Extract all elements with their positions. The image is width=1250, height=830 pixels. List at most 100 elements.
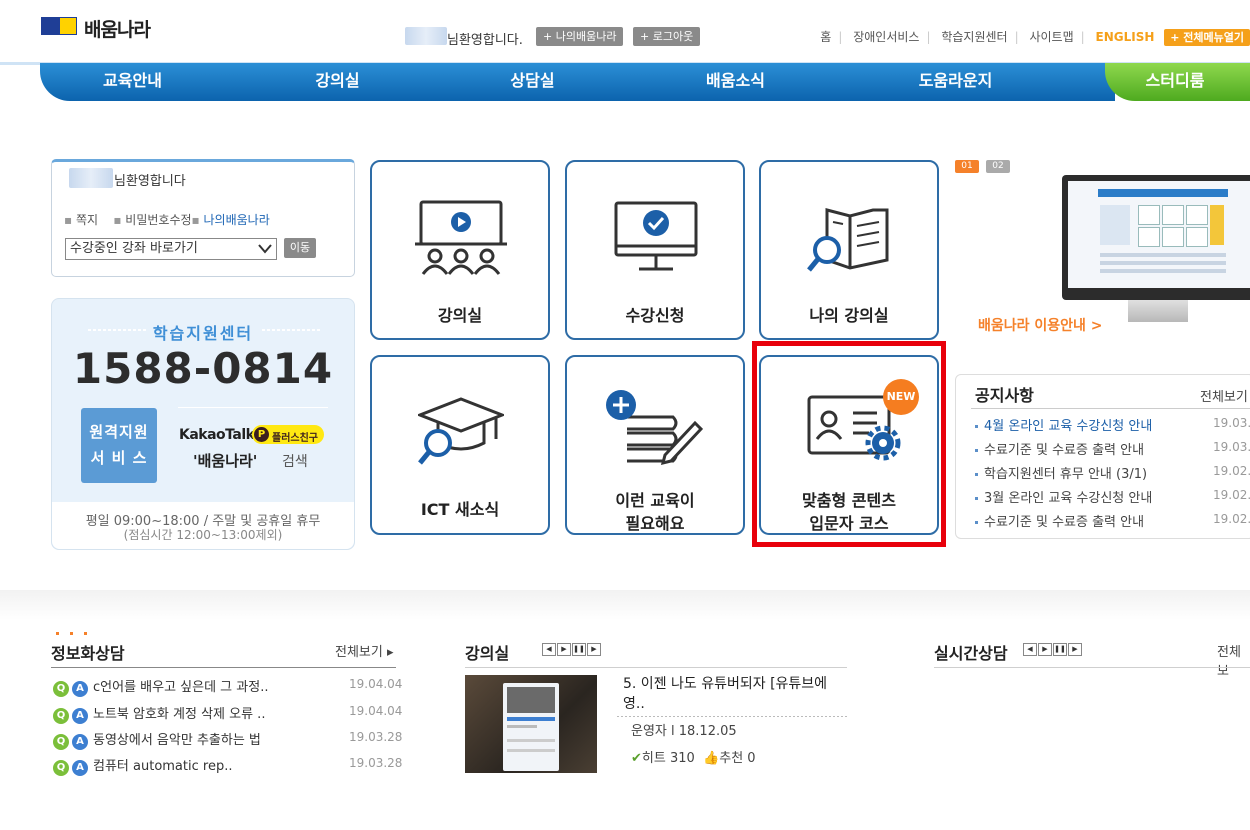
answer-icon: A [72, 708, 88, 724]
accessibility-service-link[interactable]: 장애인서비스 [853, 30, 919, 44]
question-icon: Q [53, 708, 69, 724]
kakao-search-name: '배움나라' [193, 452, 258, 470]
nav-study-room[interactable]: 스터디룸 [1115, 63, 1235, 99]
tile-my-classroom[interactable]: 나의 강의실 [759, 160, 939, 340]
plus-friend-label: 플러스친구 [272, 433, 318, 444]
tile-classroom[interactable]: 강의실 [370, 160, 550, 340]
logo-mark-yellow[interactable] [59, 17, 77, 35]
nav-counseling[interactable]: 상담실 [460, 63, 605, 99]
tile-apply[interactable]: 수강신청 [565, 160, 745, 340]
all-menu-button[interactable]: + 전체메뉴열기 [1164, 29, 1250, 46]
notice-item-5[interactable]: 수료기준 및 수료증 출력 안내 [975, 511, 1144, 530]
lecture-stats: ✔히트 310 👍추천 0 [631, 747, 756, 766]
banner-monitor-stand [1128, 300, 1188, 322]
lecture-item-title[interactable]: 5. 이젠 나도 유튜버되자 [유튜브에 영.. [623, 674, 848, 714]
add-stack-pencil-icon [606, 390, 703, 466]
qa-item-1-date: 19.04.04 [349, 677, 403, 691]
my-baeumnara-button[interactable]: + 나의배움나라 [536, 27, 624, 46]
tile-apply-label: 수강신청 [625, 306, 685, 325]
plus-friend-icon: P [254, 427, 269, 442]
kakao-search-word: 검색 [282, 454, 308, 470]
qa-item-2[interactable]: Q A 노트북 암호화 계정 삭제 오류 .. [53, 703, 265, 724]
live-divider [934, 667, 1250, 668]
notice-item-1[interactable]: 4월 온라인 교육 수강신청 안내 [975, 415, 1152, 434]
tile-ict-news-label: ICT 새소식 [420, 500, 500, 519]
check-icon: ✔ [631, 751, 642, 766]
book-search-icon [807, 208, 889, 272]
nav-help-lounge[interactable]: 도움라운지 [883, 63, 1028, 99]
sitemap-link[interactable]: 사이트맵 [1029, 30, 1073, 44]
notice-item-4-title: 3월 온라인 교육 수강신청 안내 [984, 491, 1153, 506]
nav-education-info[interactable]: 교육안내 [60, 63, 205, 99]
banner-page-1[interactable]: 01 [955, 160, 979, 173]
lecture-title: 강의실 [465, 644, 510, 663]
support-phone: 1588-0814 [72, 344, 334, 393]
play-icon[interactable]: ▶ [1068, 643, 1082, 656]
notice-item-2[interactable]: 수료기준 및 수료증 출력 안내 [975, 439, 1144, 458]
nav-news[interactable]: 배움소식 [663, 63, 808, 99]
video-class-icon [415, 200, 507, 275]
learning-support-link[interactable]: 학습지원센터 [941, 30, 1007, 44]
qa-item-3-title: 동영상에서 음악만 추출하는 법 [93, 733, 261, 748]
course-shortcut-value: 수강중인 강좌 바로가기 [70, 241, 198, 256]
prev-icon[interactable]: ◀ [542, 643, 556, 656]
logout-button[interactable]: + 로그아웃 [633, 27, 701, 46]
blurred-username-2 [69, 168, 113, 188]
next-icon[interactable]: ▶ [1038, 643, 1052, 656]
qa-item-3-date: 19.03.28 [349, 730, 403, 744]
course-shortcut-select[interactable]: 수강중인 강좌 바로가기 [65, 238, 277, 260]
lecture-divider [465, 667, 847, 668]
notice-item-3[interactable]: 학습지원센터 휴무 안내 (3/1) [975, 463, 1147, 482]
notice-item-2-title: 수료기준 및 수료증 출력 안내 [984, 443, 1145, 458]
qa-item-2-title: 노트북 암호화 계정 삭제 오류 .. [93, 707, 266, 722]
notice-item-3-title: 학습지원센터 휴무 안내 (3/1) [984, 467, 1148, 482]
qa-item-3[interactable]: Q A 동영상에서 음악만 추출하는 법 [53, 729, 261, 750]
thumbs-up-icon: 👍 [703, 751, 720, 766]
chevron-down-icon [258, 244, 272, 254]
memo-link[interactable]: 쪽지 [76, 213, 98, 227]
home-link[interactable]: 홈 [820, 30, 831, 44]
remote-support-button[interactable]: 원격지원 서 비 스 [81, 408, 157, 483]
notice-view-all[interactable]: 전체보기 [1200, 386, 1248, 405]
remote-support-label-1: 원격지원 [89, 423, 149, 441]
next-icon[interactable]: ▶ [557, 643, 571, 656]
pause-icon[interactable]: ❚❚ [1053, 643, 1067, 656]
blurred-username [405, 27, 447, 45]
kakaotalk-label: KakaoTalk [179, 427, 255, 443]
my-page-link[interactable]: 나의배움나라 [204, 213, 270, 227]
login-welcome-text: 님환영합니다 [114, 174, 186, 189]
english-link[interactable]: ENGLISH [1096, 30, 1155, 44]
answer-icon: A [72, 760, 88, 776]
lecture-thumbnail[interactable] [465, 675, 597, 773]
monitor-check-icon [614, 201, 698, 271]
notice-item-4[interactable]: 3월 온라인 교육 수강신청 안내 [975, 487, 1152, 506]
prev-icon[interactable]: ◀ [1023, 643, 1037, 656]
play-icon[interactable]: ▶ [587, 643, 601, 656]
logo-mark-blue[interactable] [41, 17, 59, 35]
lecture-recommend: 추천 0 [719, 751, 756, 766]
lecture-item-title-line1: 5. 이젠 나도 유튜버되자 [유튜브에 [623, 676, 828, 692]
site-logo-text[interactable]: 배움나라 [84, 15, 151, 42]
pause-icon[interactable]: ❚❚ [572, 643, 586, 656]
banner-monitor-screen [1068, 181, 1250, 288]
move-button[interactable]: 이동 [284, 238, 316, 258]
nav-classroom[interactable]: 강의실 [265, 63, 410, 99]
kakao-divider [178, 407, 328, 408]
live-view-all[interactable]: 전체보 [1217, 641, 1250, 679]
notice-item-3-date: 19.02.2 [1213, 464, 1250, 478]
qa-item-4[interactable]: Q A 컴퓨터 automatic rep.. [53, 755, 232, 776]
qa-view-all[interactable]: 전체보기 ▸ [335, 641, 394, 660]
qa-title: 정보화상담 [51, 644, 125, 663]
tile-education-request[interactable]: 이런 교육이 필요해요 [565, 355, 745, 535]
section-divider-band [0, 590, 1250, 620]
qa-item-1[interactable]: Q Ac언어를 배우고 싶은데 그 과정.. [53, 676, 268, 697]
change-password-link[interactable]: 비밀번호수정 [125, 213, 191, 227]
lecture-item-title-line2: 영.. [623, 696, 645, 712]
login-links: ▪ 쪽지 ▪ 비밀번호수정▪ 나의배움나라 [64, 213, 270, 227]
tile-ict-news[interactable]: ICT 새소식 [370, 355, 550, 535]
qa-item-2-date: 19.04.04 [349, 704, 403, 718]
banner-page-2[interactable]: 02 [986, 160, 1010, 173]
qa-title-dots [56, 632, 92, 635]
banner-guide-link[interactable]: 배움나라 이용안내 > [978, 315, 1103, 335]
live-carousel-controls: ◀ ▶ ❚❚ ▶ [1023, 642, 1083, 657]
